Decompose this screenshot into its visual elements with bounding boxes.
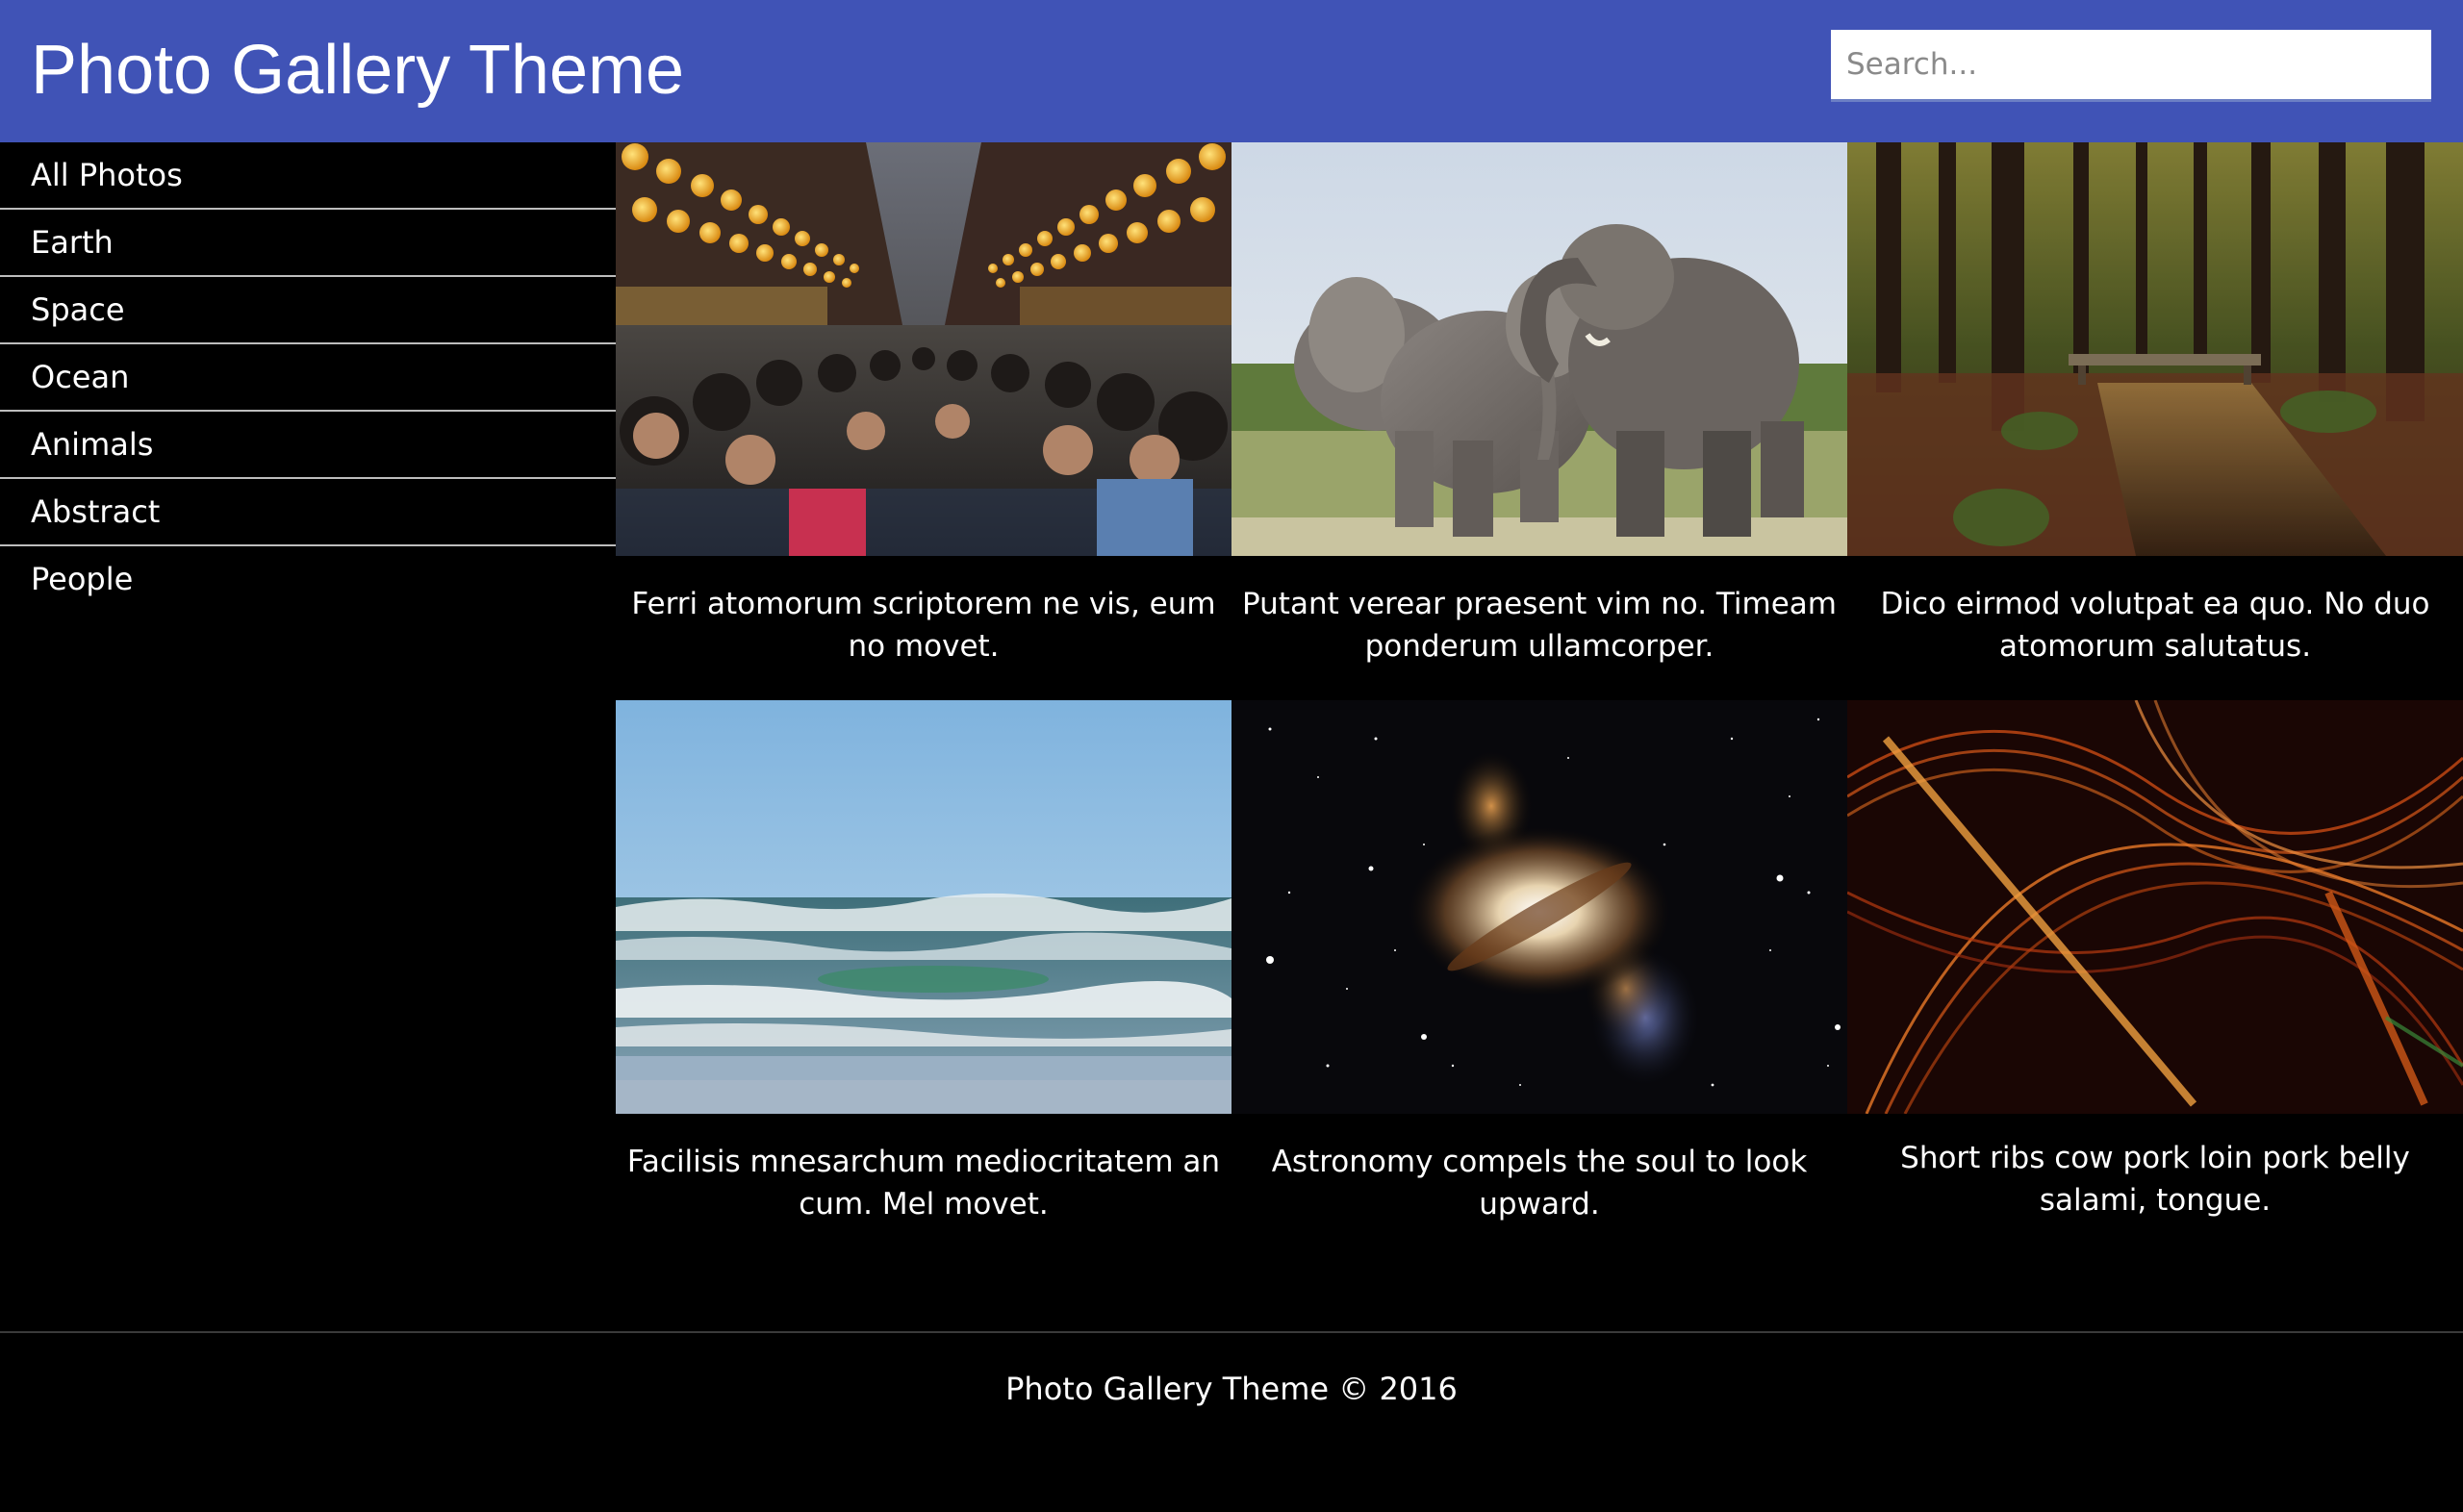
ocean-waves-photo[interactable] [616, 700, 1232, 1114]
sidebar-item-animals[interactable]: Animals [0, 412, 616, 479]
photo-caption: Short ribs cow pork loin pork belly sala… [1900, 1141, 2410, 1218]
abstract-orange-lines-photo[interactable] [1847, 700, 2463, 1114]
night-market-crowd-photo[interactable] [616, 142, 1232, 556]
category-sidebar: All Photos Earth Space Ocean Animals Abs… [0, 142, 616, 614]
forest-stream-photo[interactable] [1847, 142, 2463, 556]
elephants-photo[interactable] [1232, 142, 1847, 556]
gallery-card[interactable]: Facilisis mnesarchum mediocritatem an cu… [616, 700, 1232, 1258]
gallery-card[interactable]: Short ribs cow pork loin pork belly sala… [1847, 700, 2463, 1258]
gallery-card[interactable]: Putant verear praesent vim no. Timeam po… [1232, 142, 1847, 700]
gallery-card[interactable]: Astronomy compels the soul to look upwar… [1232, 700, 1847, 1258]
footer-copyright: Photo Gallery Theme © 2016 [1005, 1371, 1458, 1407]
photo-caption: Astronomy compels the soul to look upwar… [1271, 1145, 1808, 1222]
sidebar-item-abstract[interactable]: Abstract [0, 479, 616, 546]
sidebar-item-earth[interactable]: Earth [0, 210, 616, 277]
search-input[interactable] [1831, 30, 2431, 102]
site-header: Photo Gallery Theme [0, 0, 2463, 142]
gallery-card[interactable]: Dico eirmod volutpat ea quo. No duo atom… [1847, 142, 2463, 700]
sidebar-item-all-photos[interactable]: All Photos [0, 142, 616, 210]
site-title: Photo Gallery Theme [31, 32, 685, 109]
sidebar-item-space[interactable]: Space [0, 277, 616, 344]
photo-caption: Dico eirmod volutpat ea quo. No duo atom… [1880, 587, 2430, 664]
photo-caption: Putant verear praesent vim no. Timeam po… [1242, 587, 1837, 664]
sidebar-item-people[interactable]: People [0, 546, 616, 614]
sidebar-item-ocean[interactable]: Ocean [0, 344, 616, 412]
site-footer: Photo Gallery Theme © 2016 [0, 1331, 2463, 1512]
galaxy-photo[interactable] [1232, 700, 1847, 1114]
photo-caption: Facilisis mnesarchum mediocritatem an cu… [626, 1145, 1221, 1222]
gallery-card[interactable]: Ferri atomorum scriptorem ne vis, eum no… [616, 142, 1232, 700]
photo-caption: Ferri atomorum scriptorem ne vis, eum no… [631, 587, 1216, 664]
